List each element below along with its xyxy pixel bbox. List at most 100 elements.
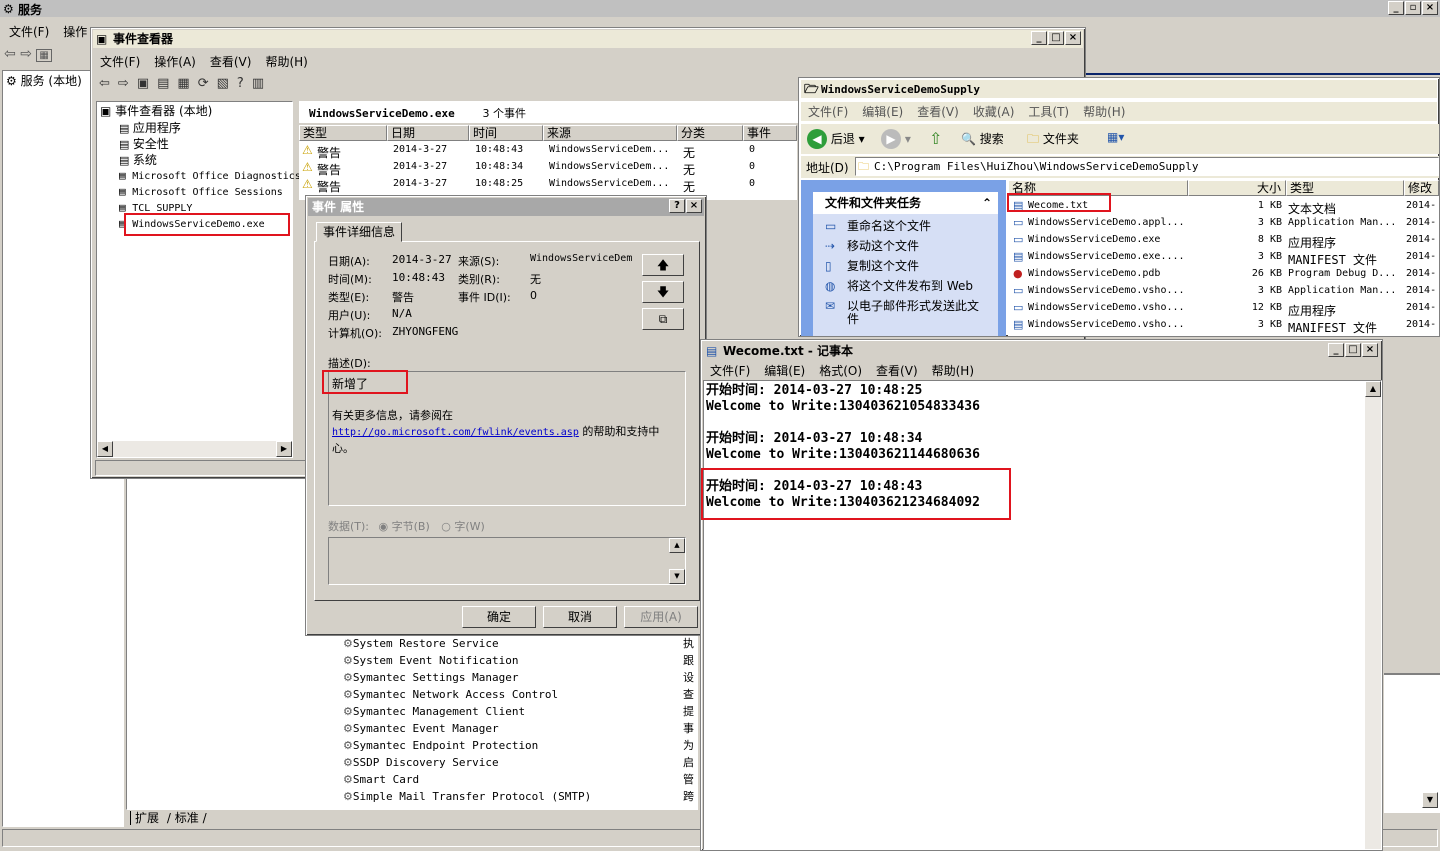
notepad-text-area[interactable]: 开始时间: 2014-03-27 10:48:25 Welcome to Writ… [703, 380, 1382, 850]
ev-menu-action[interactable]: 操作(A) [147, 53, 203, 70]
notepad-titlebar[interactable]: ▤ Wecome.txt - 记事本 _ □ × [703, 342, 1380, 360]
next-event-button[interactable]: 🡇 [642, 281, 684, 303]
refresh-icon[interactable]: ⟳ [198, 76, 209, 96]
restore-button[interactable]: ▫ [1405, 1, 1421, 15]
tasks-header[interactable]: 文件和文件夹任务 ⌃ [813, 192, 998, 214]
close-button[interactable]: × [686, 199, 702, 213]
task-item[interactable]: ✉ 以电子邮件形式发送此文件 [825, 300, 990, 326]
service-row[interactable]: ⚙Symantec Event Manager 事 [343, 720, 694, 737]
up-folder-icon[interactable]: ▣ [137, 76, 149, 96]
close-button[interactable]: × [1065, 31, 1081, 45]
up-folder-icon[interactable]: ⇧ [929, 129, 942, 148]
np-menu-view[interactable]: 查看(V) [869, 362, 925, 379]
event-log-node[interactable]: ▤ 应用程序 [119, 120, 181, 137]
service-row[interactable]: ⚙Symantec Endpoint Protection 为 [343, 737, 694, 754]
services-root-node[interactable]: ⚙ 服务 (本地) [6, 73, 82, 89]
file-column-header[interactable]: 修改 [1404, 180, 1439, 196]
copy-button[interactable]: ⧉ [642, 308, 684, 330]
services-menu-file[interactable]: 文件(F) [2, 23, 56, 40]
data-scroll-up[interactable]: ▲ [669, 538, 685, 553]
scroll-down-button[interactable]: ▼ [1422, 792, 1438, 808]
task-item[interactable]: ⇢ 移动这个文件 [825, 240, 990, 253]
back-arrow-icon[interactable]: ⇦ [4, 46, 16, 62]
event-log-node[interactable]: ▤ 系统 [119, 152, 157, 169]
forward-arrow-icon[interactable]: ⇨ [20, 46, 32, 62]
minimize-button[interactable]: _ [1328, 343, 1344, 357]
event-column-header[interactable]: 分类 [677, 125, 743, 141]
event-viewer-titlebar[interactable]: ▣ 事件查看器 _ □ × [93, 30, 1083, 48]
event-row[interactable]: 警告 2014-3-27 10:48:43 WindowsServiceDem... 无… [299, 142, 797, 160]
event-log-node[interactable]: ▤ 安全性 [119, 136, 169, 153]
event-log-node[interactable]: ▤ Microsoft Office Sessions [119, 184, 283, 201]
ex-menu-file[interactable]: 文件(F) [801, 103, 855, 120]
np-menu-format[interactable]: 格式(O) [812, 362, 869, 379]
services-titlebar[interactable]: ⚙ 服务 _ ▫ × [0, 0, 1440, 17]
tree-hscroll[interactable]: ◀ ▶ [97, 441, 292, 457]
export-icon[interactable]: ▧ [217, 76, 229, 96]
views-button[interactable]: ▦▾ [1107, 130, 1124, 144]
task-item[interactable]: ▭ 重命名这个文件 [825, 220, 990, 233]
apply-button[interactable]: 应用(A) [624, 606, 698, 628]
ex-menu-view[interactable]: 查看(V) [910, 103, 966, 120]
event-tree-root[interactable]: ▣ 事件查看器 (本地) [100, 103, 212, 119]
tab-event-details[interactable]: 事件详细信息 [316, 222, 402, 242]
event-column-header[interactable]: 时间 [469, 125, 543, 141]
event-column-header[interactable]: 来源 [543, 125, 677, 141]
data-scroll-down[interactable]: ▼ [669, 569, 685, 584]
service-row[interactable]: ⚙Smart Card 管 [343, 771, 694, 788]
scroll-right-button[interactable]: ▶ [276, 441, 292, 457]
event-row[interactable]: 警告 2014-3-27 10:48:25 WindowsServiceDem... 无… [299, 176, 797, 194]
folders-button[interactable]: 🗀 文件夹 [1027, 130, 1079, 151]
ex-menu-help[interactable]: 帮助(H) [1076, 103, 1132, 120]
address-input[interactable]: 🗀 C:\Program Files\HuiZhou\WindowsServic… [855, 157, 1439, 176]
collapse-icon[interactable]: ⌃ [982, 192, 992, 214]
ev-menu-view[interactable]: 查看(V) [203, 53, 259, 70]
ev-menu-file[interactable]: 文件(F) [93, 53, 147, 70]
tab-standard[interactable]: 标准 [175, 811, 199, 825]
ex-menu-favorites[interactable]: 收藏(A) [966, 103, 1022, 120]
event-column-header[interactable]: 事件 [743, 125, 797, 141]
file-row[interactable]: ▤ WindowsServiceDemo.vsho... 3 KB MANIFEST … [1008, 317, 1439, 335]
maximize-button[interactable]: □ [1048, 31, 1064, 45]
back-button[interactable]: ◀ 后退 ▾ [807, 129, 865, 149]
task-item[interactable]: ◍ 将这个文件发布到 Web [825, 280, 990, 293]
properties-icon[interactable]: ▦ [177, 76, 189, 96]
file-column-header[interactable]: 类型 [1286, 180, 1404, 196]
help-link[interactable]: http://go.microsoft.com/fwlink/events.as… [332, 427, 579, 438]
service-row[interactable]: ⚙Symantec Network Access Control 查 [343, 686, 694, 703]
help-icon[interactable]: ? [237, 76, 244, 96]
service-row[interactable]: ⚙Simple Mail Transfer Protocol (SMTP) 跨 [343, 788, 694, 805]
file-row[interactable]: ▭ WindowsServiceDemo.appl... 3 KB Applicati… [1008, 215, 1439, 232]
file-column-header[interactable]: 大小 [1188, 180, 1286, 196]
close-button[interactable]: × [1422, 1, 1438, 15]
file-row[interactable]: ▭ WindowsServiceDemo.vsho... 12 KB 应用程序 2014… [1008, 300, 1439, 318]
scroll-left-button[interactable]: ◀ [97, 441, 113, 457]
forward-arrow-icon[interactable]: ⇨ [118, 76, 129, 96]
minimize-button[interactable]: _ [1388, 1, 1404, 15]
np-menu-edit[interactable]: 编辑(E) [757, 362, 812, 379]
minimize-button[interactable]: _ [1031, 31, 1047, 45]
task-item[interactable]: ▯ 复制这个文件 [825, 260, 990, 273]
bytes-radio[interactable]: ◉ 字节(B) [379, 520, 430, 533]
properties-titlebar[interactable]: 事件 属性 ? × [308, 198, 704, 216]
service-row[interactable]: ⚙System Restore Service 执 [343, 635, 694, 652]
event-log-node[interactable]: ▤ Microsoft Office Diagnostics [119, 168, 301, 185]
service-row[interactable]: ⚙Symantec Settings Manager 设 [343, 669, 694, 686]
previous-event-button[interactable]: 🡅 [642, 254, 684, 276]
cancel-button[interactable]: 取消 [543, 606, 617, 628]
help-button[interactable]: ? [669, 199, 685, 213]
explorer-titlebar[interactable]: 🗁 WindowsServiceDemoSupply [801, 80, 1437, 98]
tab-extended[interactable]: 扩展 [130, 811, 164, 825]
forward-button[interactable]: ▶ ▾ [881, 129, 911, 149]
scroll-up-button[interactable]: ▲ [1365, 381, 1381, 397]
data-box[interactable]: ▲ ▼ [328, 537, 686, 585]
ev-menu-help[interactable]: 帮助(H) [258, 53, 314, 70]
file-row[interactable]: ● WindowsServiceDemo.pdb 26 KB Program Debu… [1008, 266, 1439, 283]
ok-button[interactable]: 确定 [462, 606, 536, 628]
notepad-vscroll[interactable] [1365, 381, 1381, 849]
event-row[interactable]: 警告 2014-3-27 10:48:34 WindowsServiceDem... 无… [299, 159, 797, 177]
np-menu-file[interactable]: 文件(F) [703, 362, 757, 379]
file-row[interactable]: ▤ WindowsServiceDemo.exe.... 3 KB MANIFEST … [1008, 249, 1439, 267]
words-radio[interactable]: ○ 字(W) [441, 520, 485, 533]
event-column-header[interactable]: 日期 [387, 125, 469, 141]
